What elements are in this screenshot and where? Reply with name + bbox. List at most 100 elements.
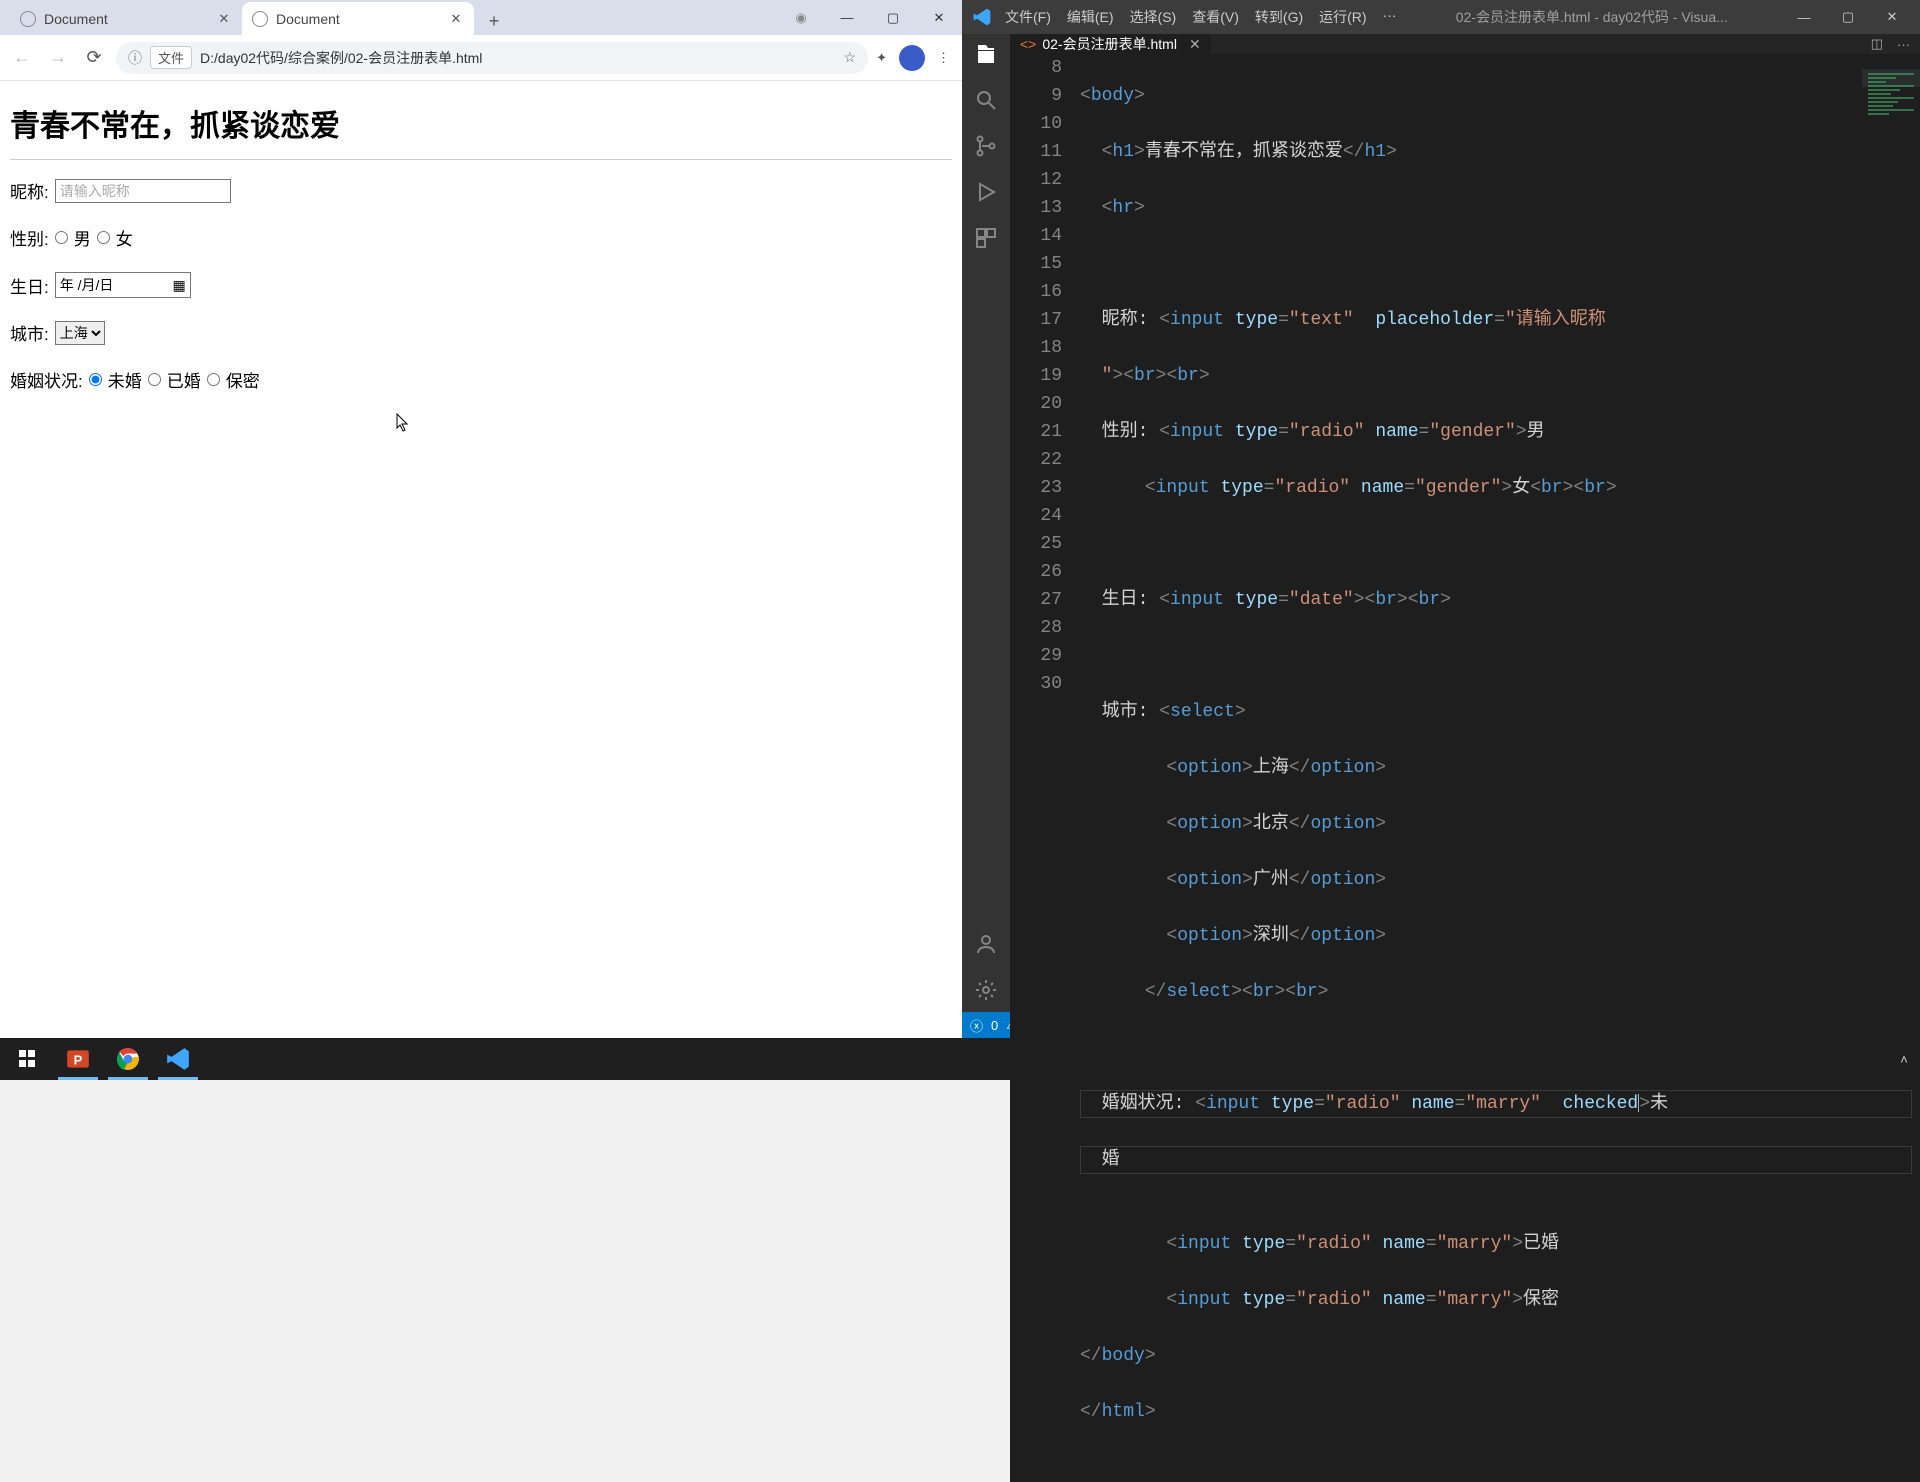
gender-row: 性别: 男 女	[10, 225, 952, 250]
taskbar: P ˄	[0, 1038, 1920, 1080]
settings-gear-icon[interactable]	[974, 978, 998, 1002]
editor-tabs: <> 02-会员注册表单.html ✕ ◫ ···	[1010, 34, 1920, 54]
back-button[interactable]: ←	[8, 44, 36, 72]
browser-titlebar: Document ✕ Document ✕ + ◉ — ▢ ✕	[0, 0, 962, 35]
city-select[interactable]: 上海	[55, 321, 105, 345]
windows-icon	[19, 1050, 37, 1068]
activity-bar	[962, 34, 1010, 1012]
close-icon[interactable]: ✕	[216, 11, 232, 27]
calendar-icon[interactable]: ▦	[173, 277, 186, 294]
birthday-input[interactable]: 年 /月/日 ▦	[55, 272, 191, 298]
marital-label: 婚姻状况:	[10, 367, 83, 392]
code-editor[interactable]: 8910111213141516171819202122232425262728…	[1010, 54, 1920, 1482]
close-button[interactable]: ✕	[1870, 0, 1914, 34]
search-icon[interactable]	[974, 88, 998, 112]
explorer-icon[interactable]	[974, 42, 998, 66]
marital-secret-radio[interactable]	[207, 373, 220, 386]
nickname-row: 昵称:	[10, 178, 952, 203]
browser-tab-active[interactable]: Document ✕	[242, 2, 474, 35]
maximize-button[interactable]: ▢	[870, 0, 916, 35]
birthday-row: 生日: 年 /月/日 ▦	[10, 272, 952, 298]
address-bar[interactable]: ⓘ 文件 D:/day02代码/综合案例/02-会员注册表单.html ☆	[116, 42, 868, 74]
errors-icon[interactable]: ⓧ	[970, 1016, 983, 1035]
info-icon[interactable]: ⓘ	[128, 48, 142, 68]
vscode-menu: 文件(F) 编辑(E) 选择(S) 查看(V) 转到(G) 运行(R) ···	[1000, 5, 1402, 29]
maximize-button[interactable]: ▢	[1826, 0, 1870, 34]
window-controls: ◉ — ▢ ✕	[778, 0, 962, 35]
vscode-icon	[165, 1046, 191, 1072]
more-icon[interactable]: ···	[1897, 37, 1910, 52]
nickname-input[interactable]	[55, 179, 231, 203]
browser-page: 青春不常在，抓紧谈恋爱 昵称: 性别: 男 女 生日: 年 /月/日 ▦ 城市:…	[0, 81, 962, 1038]
forward-button[interactable]: →	[44, 44, 72, 72]
vscode-titlebar: 文件(F) 编辑(E) 选择(S) 查看(V) 转到(G) 运行(R) ··· …	[962, 0, 1920, 34]
date-placeholder: 年 /月/日	[60, 275, 114, 295]
globe-icon	[20, 11, 36, 27]
chrome-icon	[115, 1046, 141, 1072]
close-button[interactable]: ✕	[916, 0, 962, 35]
powerpoint-icon: P	[65, 1046, 91, 1072]
errors-count[interactable]: 0	[991, 1018, 998, 1033]
new-tab-button[interactable]: +	[480, 7, 508, 35]
minimap[interactable]	[1862, 69, 1920, 249]
menu-icon[interactable]: ⋮	[937, 50, 950, 66]
svg-text:P: P	[74, 1052, 83, 1067]
tab-title: Document	[276, 11, 440, 27]
menu-edit[interactable]: 编辑(E)	[1062, 5, 1119, 29]
menu-selection[interactable]: 选择(S)	[1125, 5, 1182, 29]
marital-married-radio[interactable]	[148, 373, 161, 386]
menu-more[interactable]: ···	[1378, 5, 1402, 29]
marital-row: 婚姻状况: 未婚 已婚 保密	[10, 367, 952, 392]
marital-opt-text: 已婚	[167, 367, 201, 392]
menu-view[interactable]: 查看(V)	[1187, 5, 1244, 29]
gender-female-radio[interactable]	[97, 231, 110, 244]
tab-filename: 02-会员注册表单.html	[1042, 34, 1177, 54]
vscode-window-title: 02-会员注册表单.html - day02代码 - Visua...	[1402, 7, 1782, 27]
minimize-button[interactable]: —	[824, 0, 870, 35]
menu-file[interactable]: 文件(F)	[1000, 5, 1056, 29]
close-icon[interactable]: ✕	[448, 11, 464, 27]
profile-avatar-icon[interactable]	[899, 45, 925, 71]
minimize-button[interactable]: —	[1782, 0, 1826, 34]
browser-tabs: Document ✕ Document ✕ +	[0, 2, 508, 35]
extension-icons: ✦ ⋮	[876, 45, 954, 71]
code-content[interactable]: <body> <h1>青春不常在，抓紧谈恋爱</h1> <hr> 昵称: <in…	[1080, 54, 1920, 1482]
accounts-icon[interactable]	[974, 932, 998, 956]
city-row: 城市: 上海	[10, 320, 952, 345]
gender-label: 性别:	[10, 225, 49, 250]
nickname-label: 昵称:	[10, 178, 49, 203]
run-debug-icon[interactable]	[974, 180, 998, 204]
address-url: D:/day02代码/综合案例/02-会员注册表单.html	[200, 48, 482, 68]
file-label: 文件	[150, 46, 192, 69]
browser-toolbar: ← → ⟳ ⓘ 文件 D:/day02代码/综合案例/02-会员注册表单.htm…	[0, 35, 962, 81]
reload-button[interactable]: ⟳	[80, 44, 108, 72]
extensions-icon[interactable]	[974, 226, 998, 250]
start-button[interactable]	[4, 1038, 52, 1080]
browser-tab[interactable]: Document ✕	[10, 2, 242, 35]
marital-opt-text: 未婚	[108, 367, 142, 392]
browser-window: Document ✕ Document ✕ + ◉ — ▢ ✕ ← → ⟳ ⓘ …	[0, 0, 962, 1038]
taskbar-app-powerpoint[interactable]: P	[54, 1038, 102, 1080]
close-icon[interactable]: ✕	[1189, 36, 1201, 53]
tab-title: Document	[44, 11, 208, 27]
extensions-icon[interactable]: ✦	[876, 50, 887, 66]
divider	[10, 159, 952, 160]
source-control-icon[interactable]	[974, 134, 998, 158]
taskbar-app-vscode[interactable]	[154, 1038, 202, 1080]
vscode-body: <> 02-会员注册表单.html ✕ ◫ ··· 89101112131415…	[962, 34, 1920, 1012]
gender-male-radio[interactable]	[55, 231, 68, 244]
recording-icon[interactable]: ◉	[778, 0, 824, 35]
editor-tab[interactable]: <> 02-会员注册表单.html ✕	[1010, 34, 1212, 54]
gender-male-text: 男	[74, 225, 91, 250]
tray-chevron-up-icon[interactable]: ˄	[1892, 1038, 1916, 1080]
menu-go[interactable]: 转到(G)	[1250, 5, 1308, 29]
marital-unmarried-radio[interactable]	[89, 373, 102, 386]
taskbar-app-chrome[interactable]	[104, 1038, 152, 1080]
city-label: 城市:	[10, 320, 49, 345]
menu-run[interactable]: 运行(R)	[1314, 5, 1371, 29]
star-icon[interactable]: ☆	[844, 49, 857, 66]
page-title: 青春不常在，抓紧谈恋爱	[10, 101, 952, 145]
birthday-label: 生日:	[10, 273, 49, 298]
gender-female-text: 女	[116, 225, 133, 250]
split-editor-icon[interactable]: ◫	[1871, 36, 1883, 52]
